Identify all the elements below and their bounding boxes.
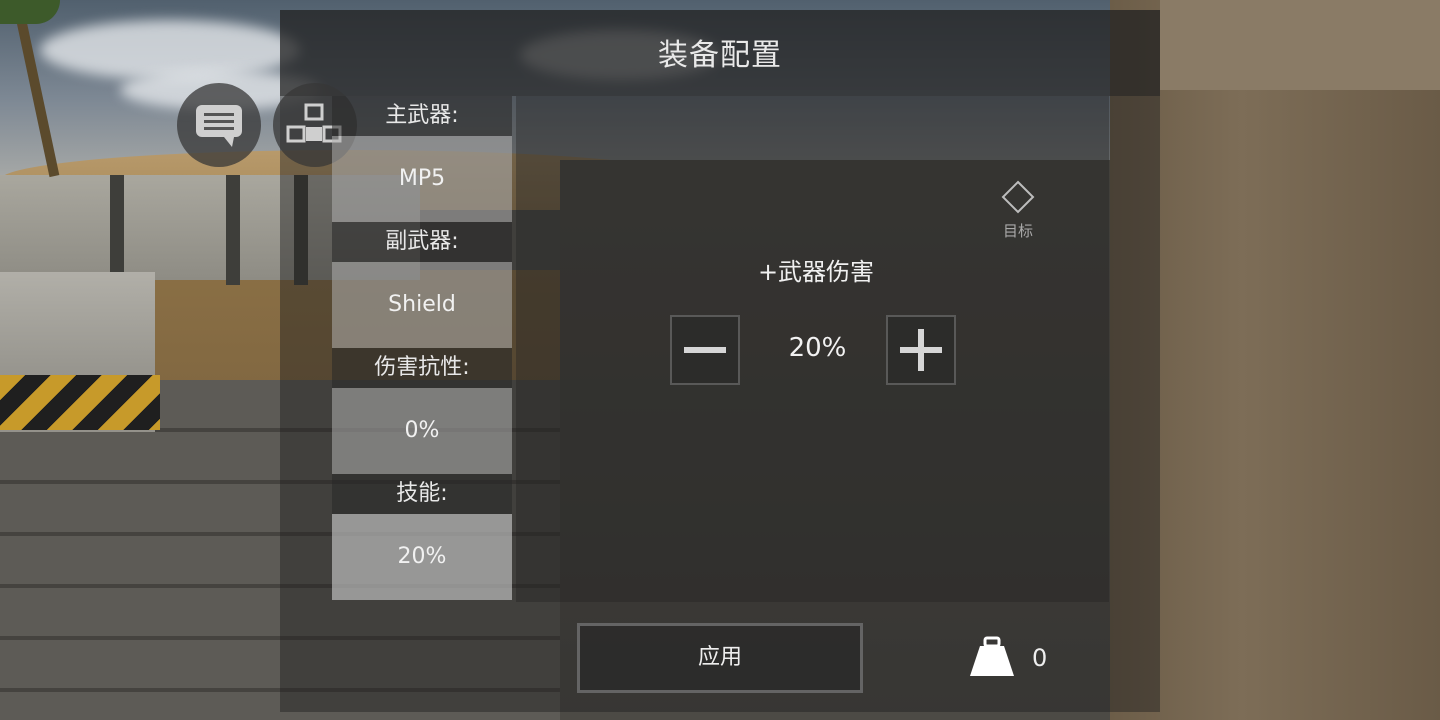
stone-ledge xyxy=(1160,0,1440,90)
chat-bubble-icon xyxy=(196,105,242,147)
weight-icon xyxy=(968,636,1016,682)
secondary-weapon-slot[interactable]: Shield xyxy=(332,262,512,348)
apply-button[interactable]: 应用 xyxy=(577,623,863,693)
skill-label: 技能: xyxy=(332,474,512,514)
target-label: 目标 xyxy=(1002,222,1033,240)
target-marker: 目标 xyxy=(993,180,1043,241)
weight-value: 0 xyxy=(1032,644,1048,672)
decrease-button[interactable] xyxy=(670,315,740,385)
primary-weapon-label: 主武器: xyxy=(332,96,512,136)
increase-button[interactable] xyxy=(886,315,956,385)
damage-resistance-label: 伤害抗性: xyxy=(332,348,512,388)
minus-icon xyxy=(684,347,726,353)
primary-weapon-slot[interactable]: MP5 xyxy=(332,136,512,222)
hazard-stripes xyxy=(0,375,160,430)
wall-post xyxy=(110,175,124,285)
secondary-weapon-label: 副武器: xyxy=(332,222,512,262)
effect-title: +武器伤害 xyxy=(757,258,875,286)
plus-icon xyxy=(900,329,942,371)
damage-resistance-slot[interactable]: 0% xyxy=(332,388,512,474)
loadout-sidebar: 主武器: MP5 副武器: Shield 伤害抗性: 0% 技能: 20% xyxy=(332,96,512,600)
dialog-title: 装备配置 xyxy=(658,38,782,73)
diamond-icon xyxy=(1001,180,1035,214)
skill-slot[interactable]: 20% xyxy=(332,514,512,600)
wall-post xyxy=(226,175,240,285)
chat-button[interactable] xyxy=(177,83,261,167)
effect-value: 20% xyxy=(788,333,847,363)
